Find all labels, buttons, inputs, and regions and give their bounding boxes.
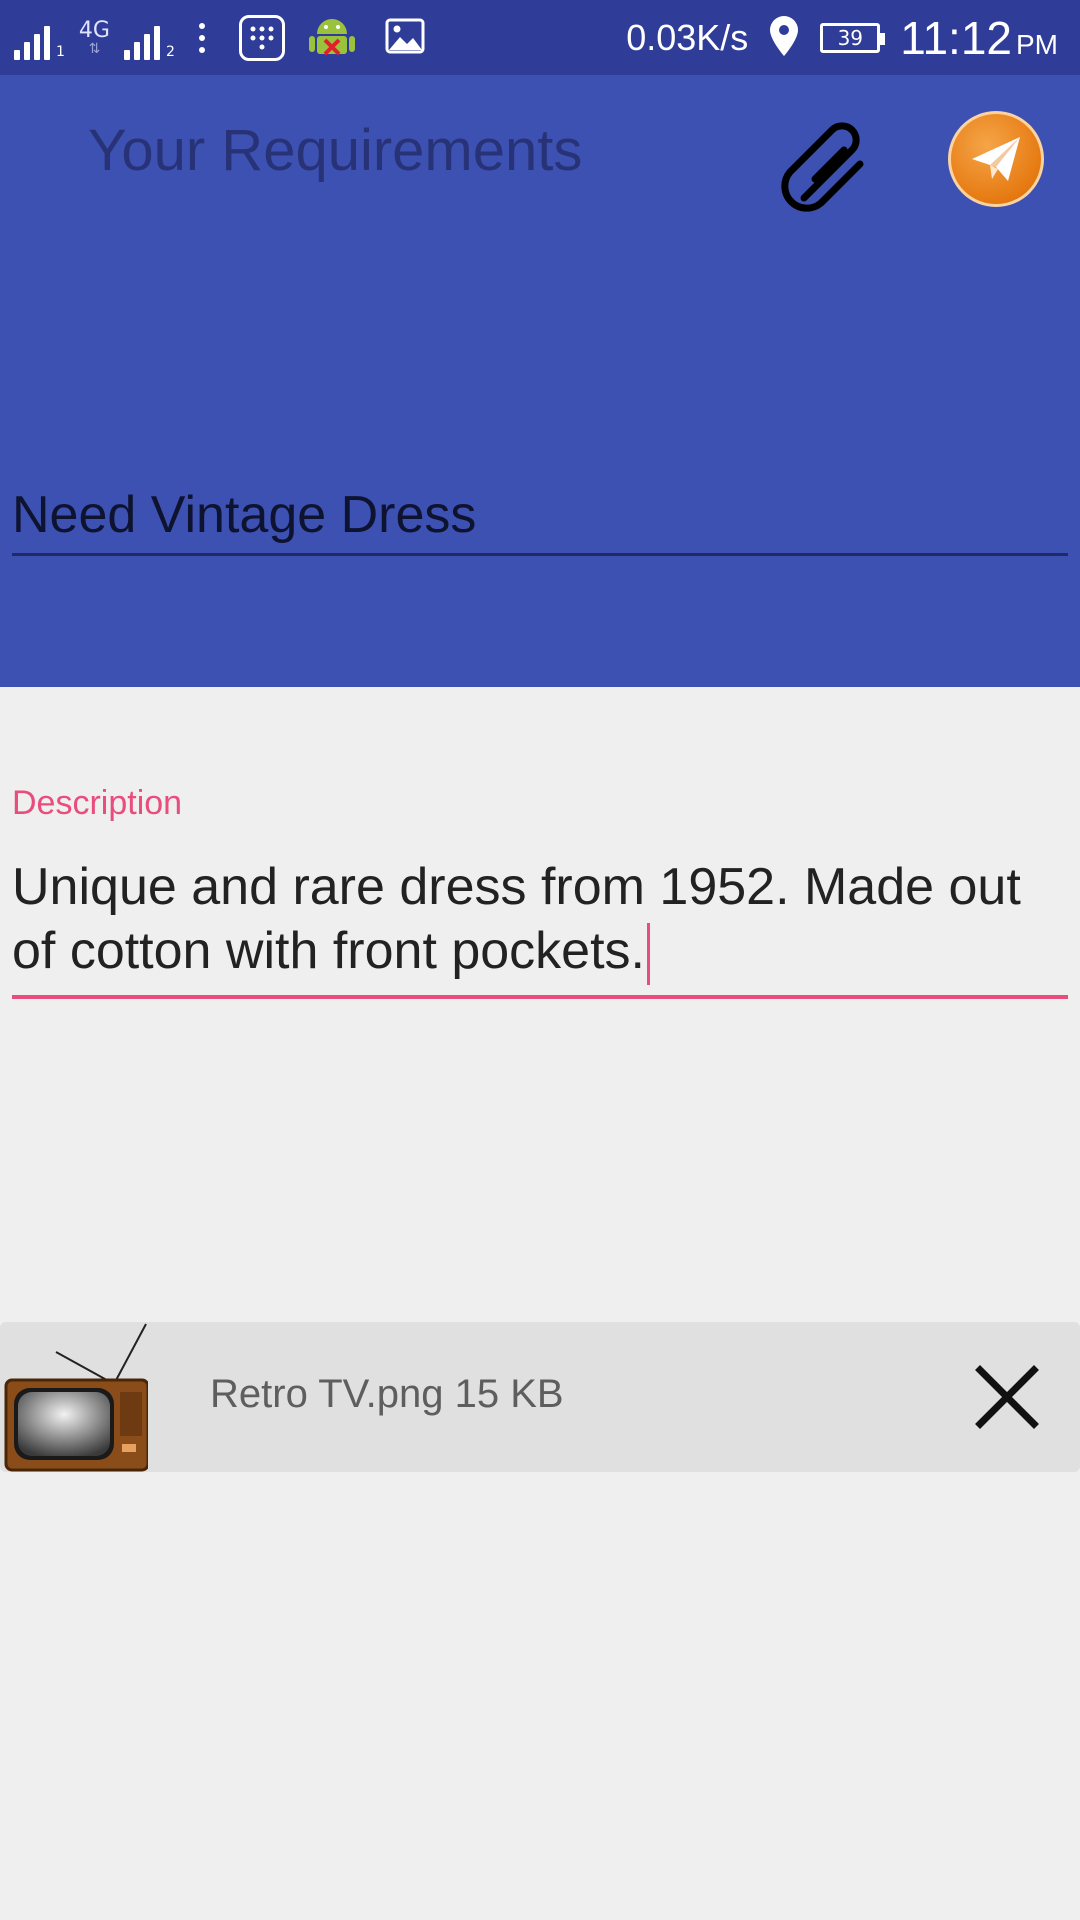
network-type: 4G ⇅ [78, 18, 110, 57]
image-icon [385, 18, 425, 58]
android-icon [307, 10, 357, 66]
send-button[interactable] [948, 111, 1044, 207]
text-cursor [647, 923, 650, 986]
battery-icon: 39 [820, 23, 886, 53]
clock: 11:12 PM [900, 12, 1058, 64]
status-bar: 1 4G ⇅ 2 0.03K/s 39 11:12 PM [0, 0, 1080, 75]
status-left-icons: 1 4G ⇅ 2 [14, 12, 425, 64]
dialpad-icon [238, 15, 285, 61]
paperclip-icon [781, 122, 864, 212]
attachment-item: Retro TV.png 15 KB [0, 1322, 1080, 1472]
sim1-indicator: 1 [56, 44, 65, 60]
description-input[interactable]: Unique and rare dress from 1952. Made ou… [12, 855, 1068, 1000]
remove-attachment-button[interactable] [972, 1362, 1042, 1432]
description-text: Unique and rare dress from 1952. Made ou… [12, 858, 1021, 980]
paper-plane-icon [972, 137, 1020, 181]
attach-button[interactable] [770, 110, 880, 220]
page-title: Your Requirements [88, 118, 583, 183]
signal-icon: 1 [14, 16, 65, 60]
attachment-label: Retro TV.png 15 KB [210, 1372, 564, 1416]
retro-tv-icon [4, 1322, 150, 1472]
signal-icon: 2 [123, 16, 175, 60]
battery-level: 39 [837, 26, 864, 50]
close-icon [975, 1365, 1039, 1429]
requirement-title-input[interactable]: Need Vintage Dress [12, 485, 1068, 556]
status-right-icons: 0.03K/s 39 11:12 PM [626, 8, 1058, 68]
net-speed: 0.03K/s [626, 17, 749, 58]
more-icon [198, 23, 205, 53]
description-label: Description [12, 784, 183, 822]
location-icon [768, 14, 800, 62]
app-bar: Your Requirements Need Vintage Dress [0, 75, 1080, 687]
data-arrows-icon: ⇅ [88, 41, 101, 57]
sim2-indicator: 2 [165, 44, 175, 60]
